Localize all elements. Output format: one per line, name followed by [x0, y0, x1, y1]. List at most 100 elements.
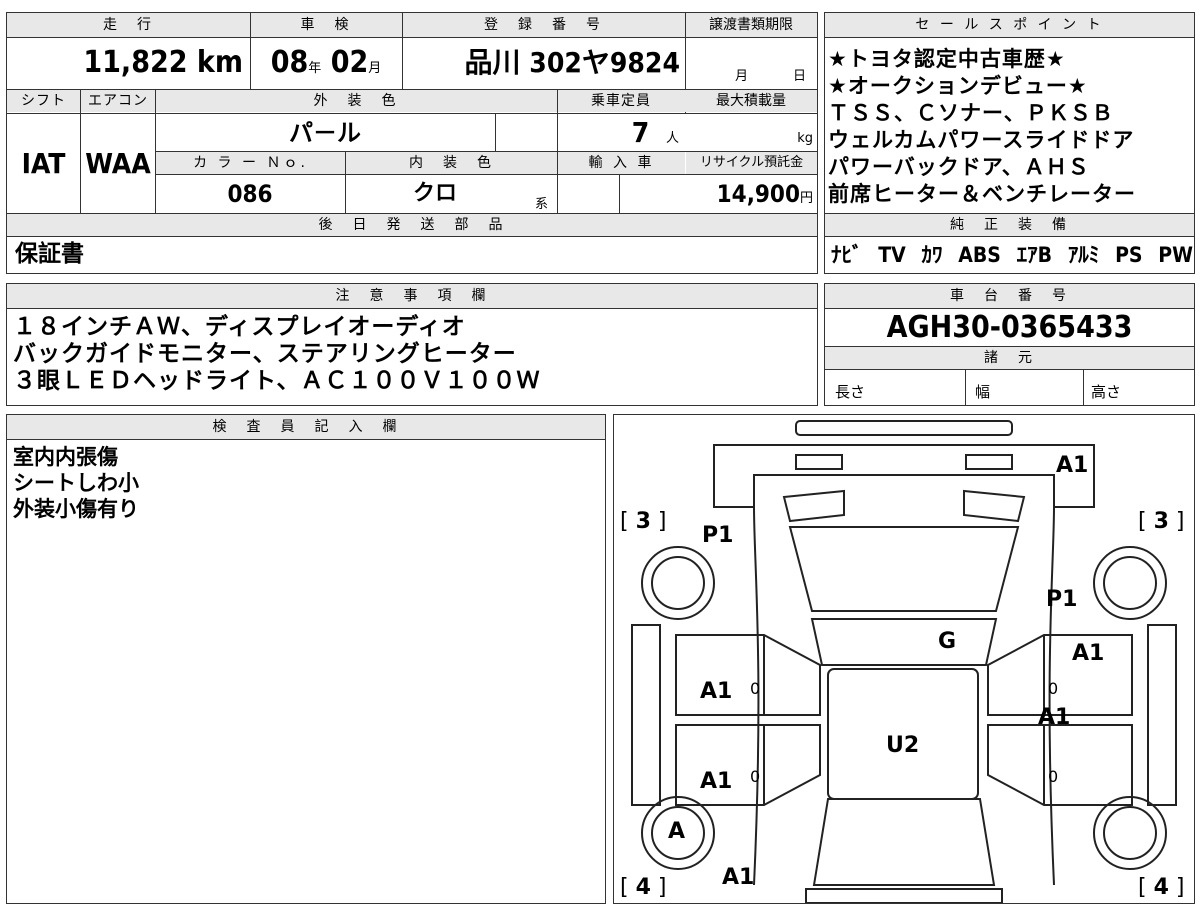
equipment-pw: PW — [1158, 243, 1193, 267]
exterior-color-value: パ－ル — [289, 119, 361, 147]
shaken-value: 08年 02月 — [250, 41, 402, 85]
damage-left-front-door: A1 — [700, 769, 733, 794]
height-label: 高さ — [1091, 383, 1122, 401]
mark-zero: 0 — [750, 767, 761, 786]
later-parts-value: 保証書 — [15, 241, 84, 267]
color-no-value: 086 — [227, 180, 273, 208]
inspector-panel: 検 査 員 記 入 欄 室内内張傷 シートしわ小 外装小傷有り — [6, 414, 606, 904]
sales-point-line: ★トヨタ認定中古車歴★ — [828, 47, 1066, 71]
note-line: ３眼ＬＥＤヘッドライト、ＡＣ１００Ｖ１００Ｗ — [13, 368, 541, 394]
notes-list: １８インチＡＷ、ディスプレイオーディオ バックガイドモニター、ステアリングヒータ… — [13, 314, 541, 395]
mileage-unit: km — [196, 45, 243, 80]
equipment-leather: ｶﾜ — [921, 243, 943, 267]
genuine-equipment-header: 純 正 装 備 — [825, 214, 1194, 236]
equipment-airbag: ｴｱB — [1016, 243, 1053, 267]
shaken-month-unit: 月 — [368, 61, 382, 76]
notes-panel: 注 意 事 項 欄 １８インチＡＷ、ディスプレイオーディオ バックガイドモニター… — [6, 283, 818, 406]
interior-color-header: 内 装 色 — [346, 152, 557, 174]
width-label: 幅 — [975, 383, 991, 401]
inspector-line: 外装小傷有り — [13, 497, 139, 521]
capacity-number: 7 — [631, 116, 650, 149]
recycle-unit: 円 — [799, 191, 813, 206]
equipment-tv: TV — [878, 243, 906, 267]
transfer-day-unit: 日 — [793, 69, 807, 84]
inspector-notes: 室内内張傷 シートしわ小 外装小傷有り — [13, 444, 139, 522]
aircon-header: エアコン — [81, 90, 155, 112]
damage-rear-right: A1 — [1056, 453, 1089, 478]
damage-left-rear-door: A1 — [700, 679, 733, 704]
damage-front-left: A1 — [722, 865, 755, 890]
recycle-header: リサイクル預託金 — [686, 152, 817, 174]
equipment-abs: ABS — [958, 243, 1001, 267]
mark-zero: 0 — [1048, 679, 1059, 698]
sales-point-line: ウェルカムパワースライドドア — [828, 128, 1135, 152]
tire-rear-right-label: [ 3 ] — [1138, 509, 1185, 534]
interior-color-unit: 系 — [535, 197, 549, 212]
damage-rear-left-quarter: P1 — [702, 523, 734, 548]
damage-rear-right-quarter: P1 — [1046, 587, 1078, 612]
capacity-unit: 人 — [665, 131, 679, 146]
shaken-month: 02 — [330, 45, 369, 80]
color-no-header: カ ラ ー Ｎｏ. — [156, 152, 345, 174]
car-outline — [631, 420, 1177, 903]
sales-points-list: ★トヨタ認定中古車歴★ ★オークションデビュー★ ＴＳＳ、Ｃソナー、ＰＫＳＢ ウ… — [828, 46, 1136, 208]
registration-header: 登 録 番 号 — [402, 13, 685, 37]
aircon-value: WAA — [85, 147, 151, 180]
sales-point-line: ★オークションデビュー★ — [828, 74, 1088, 98]
notes-header: 注 意 事 項 欄 — [7, 284, 817, 308]
capacity-value: 7 人 — [557, 114, 679, 152]
shaken-year: 08 — [270, 45, 309, 80]
damage-left-front-wheel: A — [668, 819, 686, 844]
equipment-ps: PS — [1115, 243, 1143, 267]
shift-value: IAT — [21, 147, 66, 180]
length-label: 長さ — [835, 383, 866, 401]
recycle-value: 14,900円 — [685, 175, 813, 213]
mileage-value: 11,822 km — [7, 41, 243, 85]
sales-point-line: 前席ヒーター＆ベンチレーター — [828, 182, 1136, 206]
damage-diagram-panel: [ 3 ] [ 3 ] [ 4 ] [ 4 ] A1 P1 P1 G A1 A1… — [613, 414, 1195, 904]
chassis-panel: 車 台 番 号 AGH30-0365433 諸 元 長さ 幅 高さ — [824, 283, 1195, 406]
genuine-equipment-list: ﾅﾋﾞ TV ｶﾜ ABS ｴｱB ｱﾙﾐ PS PW — [831, 239, 1193, 271]
note-line: バックガイドモニター、ステアリングヒーター — [13, 341, 517, 367]
max-load-unit: kg — [797, 131, 813, 146]
sales-points-panel: セ ー ル ス ポ イ ン ト ★トヨタ認定中古車歴★ ★オークションデビュー★… — [824, 12, 1195, 274]
sales-point-line: パワーバックドア、ＡＨＳ — [828, 155, 1090, 179]
inspector-header: 検 査 員 記 入 欄 — [7, 415, 605, 439]
shaken-year-unit: 年 — [308, 61, 322, 76]
transfer-deadline-header: 譲渡書類期限 — [685, 13, 817, 37]
inspector-line: シートしわ小 — [13, 471, 139, 495]
tire-rear-right-value: 3 — [1153, 509, 1169, 534]
mark-zero: 0 — [1048, 767, 1059, 786]
capacity-header: 乗車定員 — [557, 90, 685, 112]
sales-points-header: セ ー ル ス ポ イ ン ト — [825, 13, 1194, 37]
exterior-color-header: 外 装 色 — [155, 90, 557, 112]
mark-zero: 0 — [750, 679, 761, 698]
later-parts-header: 後 日 発 送 部 品 — [7, 214, 817, 236]
tire-rear-left-label: [ 3 ] — [620, 509, 667, 534]
equipment-alloy: ｱﾙﾐ — [1067, 243, 1100, 267]
shaken-header: 車 検 — [250, 13, 402, 37]
sales-point-line: ＴＳＳ、Ｃソナー、ＰＫＳＢ — [828, 101, 1114, 125]
specs-header: 諸 元 — [825, 347, 1194, 369]
damage-right-front-door: A1 — [1038, 705, 1071, 730]
equipment-navi: ﾅﾋﾞ — [831, 243, 863, 267]
registration-value: 品川 302ヤ9824 — [464, 46, 680, 79]
damage-right-rear-door: A1 — [1072, 641, 1105, 666]
damage-hood: U2 — [886, 733, 920, 758]
interior-color-value: クロ — [412, 181, 457, 206]
mileage-number: 11,822 — [83, 45, 188, 80]
tire-front-left-label: [ 4 ] — [620, 875, 667, 900]
damage-roof: G — [938, 629, 957, 654]
shift-header: シフト — [7, 90, 80, 112]
vehicle-info-table: 走 行 車 検 登 録 番 号 譲渡書類期限 11,822 km 08年 02月… — [6, 12, 818, 274]
import-header: 輸 入 車 — [558, 152, 685, 174]
transfer-month-unit: 月 — [735, 69, 749, 84]
tire-front-right-label: [ 4 ] — [1138, 875, 1185, 900]
note-line: １８インチＡＷ、ディスプレイオーディオ — [13, 314, 466, 340]
inspector-line: 室内内張傷 — [13, 445, 118, 469]
tire-front-left-value: 4 — [635, 875, 651, 900]
max-load-header: 最大積載量 — [685, 90, 817, 112]
chassis-header: 車 台 番 号 — [825, 284, 1194, 308]
recycle-number: 14,900 — [716, 180, 800, 208]
tire-rear-left-value: 3 — [635, 509, 651, 534]
